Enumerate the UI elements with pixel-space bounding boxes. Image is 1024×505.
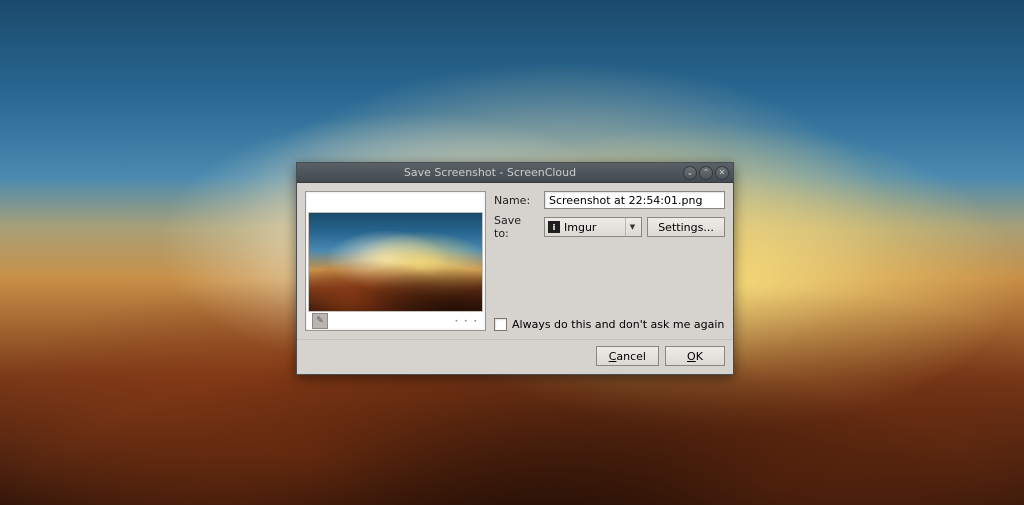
saveto-value: Imgur: [564, 221, 621, 234]
desktop-wallpaper: Save Screenshot - ScreenCloud ⌄ ⌃ ✕ ✎ • …: [0, 0, 1024, 505]
titlebar[interactable]: Save Screenshot - ScreenCloud ⌄ ⌃ ✕: [297, 163, 733, 183]
titlebar-controls: ⌄ ⌃ ✕: [683, 166, 729, 180]
ok-button[interactable]: OK: [665, 346, 725, 366]
preview-pagination-dots: • • •: [455, 318, 479, 325]
screenshot-thumbnail[interactable]: [308, 212, 483, 312]
form-pane: Name: Save to: i Imgur ▼ Settings... Alw…: [494, 191, 725, 331]
close-icon: ✕: [719, 168, 726, 177]
minimize-icon: ⌄: [687, 168, 694, 177]
saveto-dropdown[interactable]: i Imgur ▼: [544, 217, 642, 237]
always-do-this-checkbox[interactable]: [494, 318, 507, 331]
imgur-icon: i: [548, 221, 560, 233]
cancel-button[interactable]: Cancel: [596, 346, 659, 366]
maximize-icon: ⌃: [703, 168, 710, 177]
chevron-down-icon: ▼: [625, 218, 639, 236]
saveto-label: Save to:: [494, 214, 539, 240]
name-row: Name:: [494, 191, 725, 209]
minimize-button[interactable]: ⌄: [683, 166, 697, 180]
preview-toolbar: ✎ • • •: [308, 314, 483, 328]
dialog-body: ✎ • • • Name: Save to: i Imgur ▼ Setti: [297, 183, 733, 339]
always-do-this-label: Always do this and don't ask me again: [512, 318, 724, 331]
name-label: Name:: [494, 194, 539, 207]
always-do-this-row: Always do this and don't ask me again: [494, 310, 725, 331]
maximize-button[interactable]: ⌃: [699, 166, 713, 180]
settings-button[interactable]: Settings...: [647, 217, 725, 237]
edit-icon[interactable]: ✎: [312, 313, 328, 329]
saveto-row: Save to: i Imgur ▼ Settings...: [494, 214, 725, 240]
titlebar-title: Save Screenshot - ScreenCloud: [297, 166, 683, 179]
save-screenshot-dialog: Save Screenshot - ScreenCloud ⌄ ⌃ ✕ ✎ • …: [296, 162, 734, 375]
dialog-footer: Cancel OK: [297, 339, 733, 374]
close-button[interactable]: ✕: [715, 166, 729, 180]
name-input[interactable]: [544, 191, 725, 209]
screenshot-preview-pane: ✎ • • •: [305, 191, 486, 331]
